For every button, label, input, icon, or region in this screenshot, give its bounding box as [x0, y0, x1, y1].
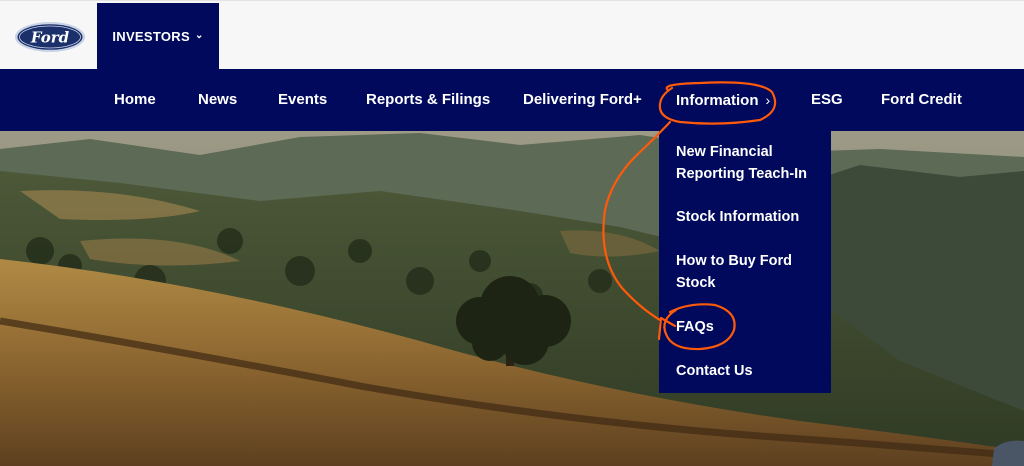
svg-text:Ford: Ford — [30, 29, 70, 47]
dropdown-item-how-to-buy-ford-stock[interactable]: How to Buy Ford Stock — [676, 250, 826, 294]
chevron-down-icon: ⌄ — [194, 30, 204, 41]
dropdown-item-financial-reporting-teach-in[interactable]: New Financial Reporting Teach-In — [676, 141, 826, 185]
nav-item-ford-credit[interactable]: Ford Credit — [881, 69, 962, 131]
chevron-right-icon: › — [765, 92, 771, 108]
dropdown-item-stock-information[interactable]: Stock Information — [676, 206, 826, 228]
nav-item-delivering-ford-plus[interactable]: Delivering Ford+ — [523, 69, 642, 131]
investors-menu-button[interactable]: INVESTORS ⌄ — [97, 3, 219, 70]
top-bar: Ford INVESTORS ⌄ — [0, 0, 1024, 70]
dropdown-item-faqs[interactable]: FAQs — [676, 316, 826, 338]
information-dropdown: New Financial Reporting Teach-In Stock I… — [659, 131, 831, 393]
nav-item-esg[interactable]: ESG — [811, 69, 843, 131]
ford-logo[interactable]: Ford — [14, 21, 86, 53]
nav-item-information[interactable]: Information › — [676, 69, 770, 131]
nav-item-home[interactable]: Home — [114, 69, 156, 131]
dropdown-item-contact-us[interactable]: Contact Us — [676, 360, 826, 382]
nav-item-news[interactable]: News — [198, 69, 237, 131]
nav-item-reports-filings[interactable]: Reports & Filings — [366, 69, 490, 131]
hero-landscape-image — [0, 131, 1024, 466]
nav-item-events[interactable]: Events — [278, 69, 327, 131]
investors-label: INVESTORS — [112, 29, 190, 44]
main-nav: Home News Events Reports & Filings Deliv… — [0, 69, 1024, 131]
